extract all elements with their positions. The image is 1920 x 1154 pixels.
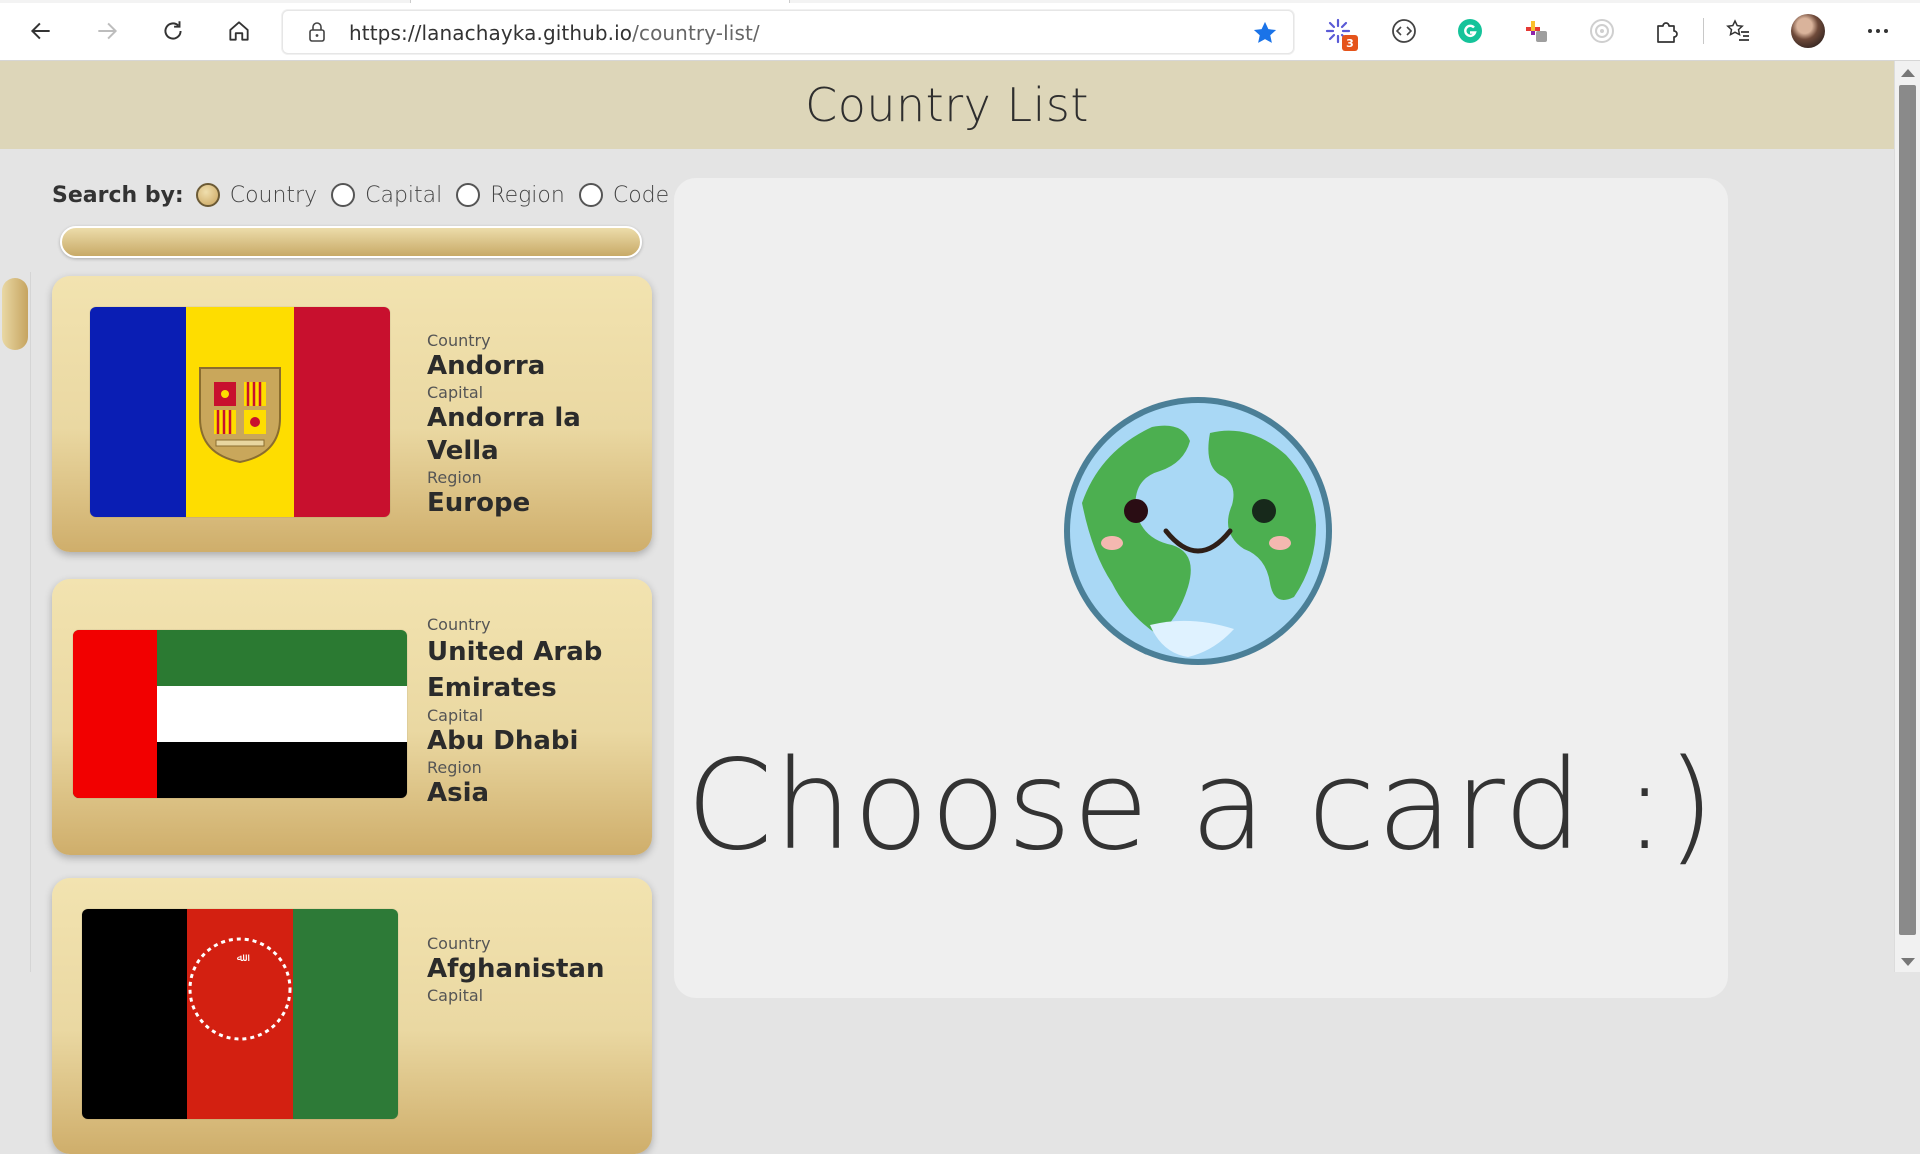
extension-grammarly-button[interactable]	[1454, 15, 1486, 47]
andorra-coat-of-arms	[199, 367, 281, 464]
more-dots-icon	[1868, 29, 1888, 33]
country-card-andorra[interactable]: Country Andorra Capital Andorra la Vella…	[52, 276, 652, 552]
capital-label: Capital	[427, 706, 484, 725]
url-path: /country-list/	[632, 21, 760, 45]
extension-badge: 3	[1342, 35, 1358, 51]
extension-sparkle-button[interactable]: 3	[1322, 15, 1358, 51]
lock-icon	[309, 22, 325, 42]
region-name: Europe	[427, 488, 531, 518]
back-arrow-icon	[30, 22, 50, 40]
country-list-scroll-thumb[interactable]	[2, 278, 28, 350]
refresh-button[interactable]	[154, 12, 192, 50]
url-host: https://lanachayka.github.io	[349, 21, 633, 45]
favorites-button[interactable]	[1722, 15, 1754, 47]
home-button[interactable]	[220, 12, 258, 50]
capital-name: Abu Dhabi	[427, 726, 579, 756]
capital-label: Capital	[427, 383, 484, 402]
radio-code-label: Code	[612, 182, 670, 208]
country-card-afghanistan[interactable]: ﷲ Country Afghanistan Capital	[52, 878, 652, 1154]
country-label: Country	[427, 331, 491, 350]
favorites-list-icon	[1726, 19, 1749, 41]
country-name: United Arab Emirates	[427, 637, 603, 703]
page-header: Country List	[0, 61, 1894, 149]
radio-code-button[interactable]	[578, 183, 603, 207]
puzzle-icon	[1657, 22, 1678, 43]
country-name: Afghanistan	[427, 954, 605, 984]
radio-country-button[interactable]	[195, 183, 220, 207]
search-options: Search by: Country Capital Region Code	[52, 178, 683, 212]
card-info-uae: Country United Arab Emirates Capital Abu…	[427, 615, 647, 810]
browser-toolbar: https://lanachayka.github.io/country-lis…	[0, 0, 1920, 61]
card-info-afghanistan: Country Afghanistan Capital	[427, 934, 647, 1005]
home-icon	[229, 21, 249, 41]
region-name: Asia	[427, 778, 490, 808]
radio-code[interactable]: Code	[578, 182, 670, 208]
url-text[interactable]: https://lanachayka.github.io/country-lis…	[349, 21, 760, 45]
extension-colorpick-button[interactable]	[1520, 15, 1552, 47]
country-label: Country	[427, 615, 491, 634]
radio-capital[interactable]: Capital	[331, 183, 442, 208]
favorite-star-icon[interactable]	[1251, 19, 1279, 47]
radio-region-label: Region	[490, 182, 565, 208]
radio-country[interactable]: Country	[195, 182, 318, 208]
country-name: Andorra	[427, 351, 546, 381]
toolbar-separator	[1703, 18, 1704, 44]
radio-region[interactable]: Region	[456, 183, 565, 208]
back-button[interactable]	[22, 12, 60, 50]
more-menu-button[interactable]	[1862, 15, 1894, 47]
region-label: Region	[427, 758, 482, 777]
region-label: Region	[427, 468, 482, 487]
radio-capital-button[interactable]	[331, 183, 356, 207]
radio-country-label: Country	[229, 182, 318, 208]
radio-region-button[interactable]	[456, 183, 481, 207]
flag-uae	[73, 630, 407, 798]
country-detail-panel: Choose a card :)	[674, 178, 1728, 998]
capital-label: Capital	[427, 986, 484, 1005]
forward-arrow-icon	[98, 22, 118, 40]
capital-name: Andorra la Vella	[427, 403, 581, 466]
profile-avatar[interactable]	[1791, 14, 1825, 48]
page-scrollbar[interactable]	[1894, 61, 1920, 972]
grammarly-icon	[1458, 19, 1482, 43]
radio-capital-label: Capital	[365, 182, 443, 208]
page-title: Country List	[805, 78, 1089, 132]
country-card-uae[interactable]: Country United Arab Emirates Capital Abu…	[52, 579, 652, 855]
forward-button[interactable]	[88, 12, 126, 50]
card-info-andorra: Country Andorra Capital Andorra la Vella…	[427, 331, 647, 520]
smiling-globe-icon	[1064, 397, 1332, 665]
extension-target-button[interactable]	[1586, 15, 1618, 47]
extensions-button[interactable]	[1650, 15, 1682, 47]
code-brackets-icon	[1392, 19, 1416, 43]
country-list-scrollbar[interactable]	[0, 272, 31, 972]
target-icon	[1590, 19, 1614, 43]
search-input[interactable]	[60, 226, 642, 258]
extension-code-button[interactable]	[1388, 15, 1420, 47]
scroll-up-arrow-icon[interactable]	[1901, 69, 1915, 77]
search-by-label: Search by:	[52, 182, 184, 208]
choose-card-placeholder: Choose a card :)	[686, 734, 1716, 878]
country-label: Country	[427, 934, 491, 953]
page-scroll-thumb[interactable]	[1899, 85, 1916, 935]
flag-andorra	[90, 307, 390, 517]
address-bar[interactable]: https://lanachayka.github.io/country-lis…	[282, 10, 1294, 54]
refresh-icon	[164, 21, 182, 40]
flag-afghanistan: ﷲ	[82, 909, 398, 1119]
scroll-down-arrow-icon[interactable]	[1901, 958, 1915, 966]
color-cross-icon	[1526, 21, 1547, 42]
